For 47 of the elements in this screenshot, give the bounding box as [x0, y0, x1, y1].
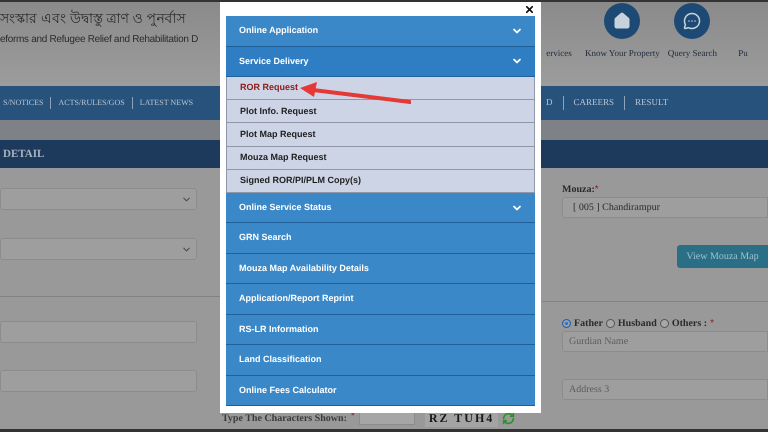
submenu-item[interactable]: Mouza Map Request: [226, 146, 535, 170]
close-icon[interactable]: [524, 4, 535, 15]
radio-label: Husband: [618, 317, 657, 331]
header-link[interactable]: ervices: [546, 47, 572, 60]
menu-header[interactable]: Mouza Map Availability Details: [226, 254, 535, 284]
required-mark: *: [710, 317, 714, 331]
submenu-item[interactable]: Plot Info. Request: [226, 100, 535, 124]
site-subtitle: eforms and Refugee Relief and Rehabilitation D: [0, 33, 199, 47]
menu-header[interactable]: Service Delivery: [226, 46, 535, 77]
nav-link[interactable]: LATEST NEWS: [132, 97, 196, 109]
header-link[interactable]: Query Search: [668, 47, 717, 60]
header-link[interactable]: Know Your Property: [585, 47, 660, 60]
site-title: সংস্কার এবং উদ্বাস্তু ত্রাণ ও পুনর্বাস: [0, 8, 187, 29]
submenu-item[interactable]: Signed ROR/PI/PLM Copy(s): [226, 170, 535, 193]
submenu-item[interactable]: Plot Map Request: [226, 123, 535, 147]
select-field[interactable]: [0, 238, 197, 260]
menu-header[interactable]: Online Fees Calculator: [226, 376, 535, 406]
section-title: DETAIL: [2, 146, 44, 162]
radio-label: Father: [574, 317, 603, 331]
nav-link[interactable]: D: [541, 96, 558, 110]
submenu-item[interactable]: ROR Request: [226, 77, 535, 100]
menu-header[interactable]: RS-LR Information: [226, 314, 535, 346]
home-icon[interactable]: [604, 3, 640, 39]
header-link[interactable]: Pu: [738, 47, 748, 60]
menu-header[interactable]: Application/Report Reprint: [226, 284, 535, 315]
radio-button[interactable]: [562, 319, 571, 328]
address-field[interactable]: Address 3: [562, 379, 768, 400]
radio-button[interactable]: [606, 319, 615, 328]
select-field[interactable]: [0, 188, 197, 210]
nav-link[interactable]: ACTS/RULES/GOS: [50, 97, 128, 109]
captcha-label: Type The Characters Shown:: [222, 412, 347, 426]
menu-header[interactable]: GRN Search: [226, 223, 535, 254]
menu-header[interactable]: Land Classification: [226, 345, 535, 376]
mouza-select[interactable]: [ 005 ] Chandirampur: [562, 197, 768, 218]
required-mark: *: [594, 183, 599, 197]
refresh-icon[interactable]: [502, 412, 516, 424]
nav-link[interactable]: CAREERS: [562, 96, 620, 110]
nav-link[interactable]: RESULT: [624, 96, 674, 110]
radio-button[interactable]: [660, 319, 669, 328]
field-label: Mouza:: [562, 183, 595, 197]
nav-link[interactable]: S/NOTICES: [0, 97, 46, 109]
guardian-name-field[interactable]: Gurdian Name: [562, 331, 768, 352]
chat-icon[interactable]: [674, 3, 710, 39]
menu-header[interactable]: Online Application: [226, 16, 535, 46]
radio-label: Others :: [672, 317, 708, 331]
menu-header[interactable]: Online Service Status: [226, 192, 535, 224]
view-map-button[interactable]: View Mouza Map: [677, 245, 768, 268]
